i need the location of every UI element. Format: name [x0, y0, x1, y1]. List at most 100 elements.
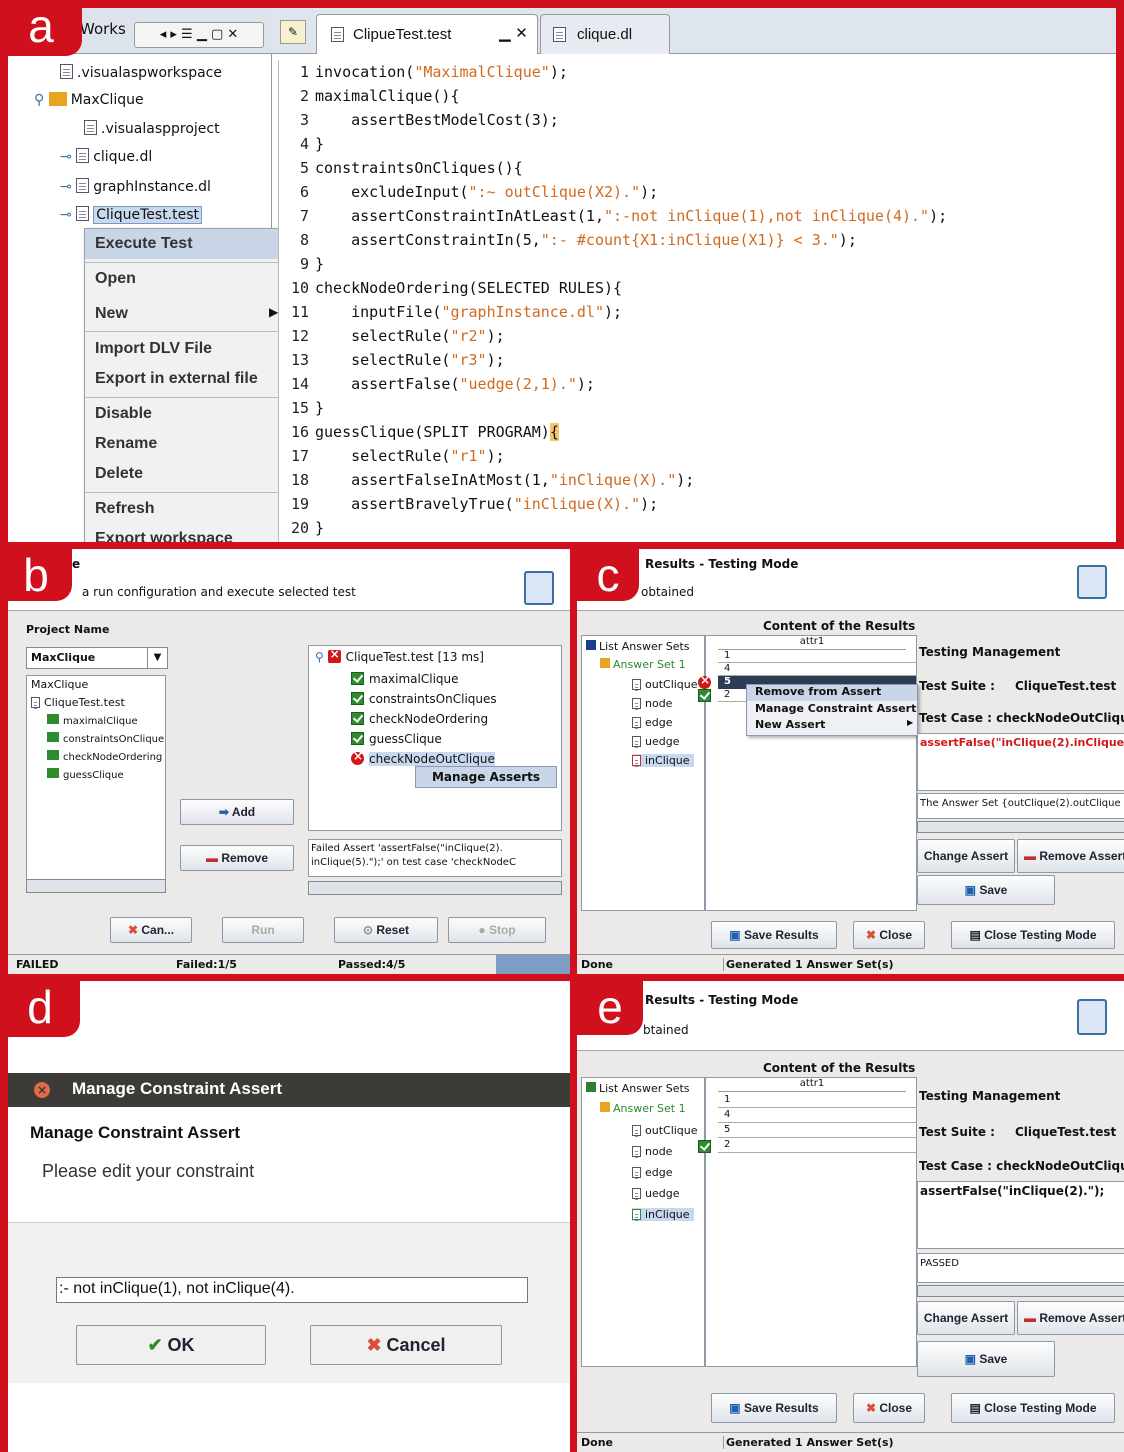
tree-predicate-selected[interactable]: inClique: [632, 754, 694, 767]
code-line[interactable]: 16 guessClique(SPLIT PROGRAM){: [279, 420, 559, 444]
code-line[interactable]: 19 assertBravelyTrue("inClique(X).");: [279, 492, 658, 516]
menu-manage-constraint[interactable]: Manage Constraint Assert: [747, 702, 916, 715]
tree-predicate-selected[interactable]: inClique: [632, 1208, 694, 1221]
code-line[interactable]: 20}: [279, 516, 324, 540]
expand-icon[interactable]: ⊸: [60, 149, 76, 165]
tree-project-file[interactable]: .visualaspproject: [84, 120, 220, 137]
reset-button[interactable]: ⊙ Reset: [334, 917, 438, 943]
tree-answer-set[interactable]: Answer Set 1: [600, 658, 686, 671]
chevron-down-icon[interactable]: ▼: [147, 648, 167, 668]
tree-predicate[interactable]: outClique: [632, 678, 698, 691]
menu-import-dlv[interactable]: Import DLV File: [85, 334, 283, 364]
tree-predicate[interactable]: uedge: [632, 1187, 679, 1200]
tab-clique-dl[interactable]: clique.dl: [540, 14, 670, 54]
menu-export-external[interactable]: Export in external file: [85, 364, 283, 394]
close-testing-button[interactable]: ▤ Close Testing Mode: [951, 1393, 1115, 1423]
workspace-controls[interactable]: ◂ ▸ ☰ ▁ ▢ ✕: [134, 22, 264, 48]
menu-refresh[interactable]: Refresh: [85, 494, 283, 524]
menu-execute-test[interactable]: Execute Test: [85, 229, 283, 259]
close-icon[interactable]: ×: [34, 1082, 50, 1098]
answer-scrollbar[interactable]: [917, 821, 1124, 833]
assert-box[interactable]: assertFalse("inClique(2).inClique(5): [917, 733, 1124, 791]
edit-icon[interactable]: ✎: [280, 20, 306, 44]
result-item[interactable]: checkNodeOrdering: [351, 712, 488, 726]
table-row[interactable]: 5: [718, 1124, 916, 1138]
result-item[interactable]: maximalClique: [351, 672, 459, 686]
menu-new-assert[interactable]: New Assert: [747, 718, 825, 731]
tree-predicate[interactable]: node: [632, 697, 672, 710]
manage-asserts-popup[interactable]: Manage Asserts: [415, 766, 557, 788]
add-button[interactable]: ➡ Add: [180, 799, 294, 825]
tree-case[interactable]: guessClique: [47, 768, 124, 781]
tree-clique-dl[interactable]: ⊸ clique.dl: [60, 148, 152, 165]
project-select[interactable]: MaxClique ▼: [26, 647, 168, 669]
table-row[interactable]: 2: [718, 1139, 916, 1153]
tree-workspace-file[interactable]: .visualaspworkspace: [60, 64, 222, 81]
change-assert-button[interactable]: Change Assert: [917, 1301, 1015, 1335]
run-button[interactable]: Run: [222, 917, 304, 943]
ok-button[interactable]: ✔ OK: [76, 1325, 266, 1365]
code-line[interactable]: 6 excludeInput(":~ outClique(X2).");: [279, 180, 658, 204]
close-button[interactable]: ✖ Close: [853, 921, 925, 949]
tree-project[interactable]: MaxClique: [31, 678, 88, 691]
code-line[interactable]: 3 assertBestModelCost(3);: [279, 108, 559, 132]
code-line[interactable]: 1 invocation("MaximalClique");: [279, 60, 568, 84]
results-root[interactable]: ⚲ CliqueTest.test [13 ms]: [315, 647, 484, 664]
code-line[interactable]: 14 assertFalse("uedge(2,1).");: [279, 372, 595, 396]
tree-answer-sets[interactable]: List Answer Sets: [586, 640, 690, 653]
table-row[interactable]: 4: [718, 1109, 916, 1123]
tree-predicate[interactable]: edge: [632, 1166, 673, 1179]
tree-answer-set[interactable]: Answer Set 1: [600, 1102, 686, 1115]
tree-test-file[interactable]: ⊸ CliqueTest.test: [60, 206, 203, 224]
code-line[interactable]: 17 selectRule("r1");: [279, 444, 505, 468]
tree-case[interactable]: constraintsOnClique: [47, 732, 164, 745]
tree-predicate[interactable]: uedge: [632, 735, 679, 748]
save-button[interactable]: ▣ Save: [917, 1341, 1055, 1377]
menu-export-workspace[interactable]: Export workspace: [85, 524, 283, 542]
table-row[interactable]: 4: [718, 663, 916, 676]
close-tab-icon[interactable]: ▁ ✕: [499, 24, 528, 42]
code-line[interactable]: 13 selectRule("r3");: [279, 348, 505, 372]
tree-graph-dl[interactable]: ⊸ graphInstance.dl: [60, 178, 211, 195]
menu-remove-assert[interactable]: Remove from Assert: [747, 685, 917, 701]
code-line[interactable]: 5 constraintsOnCliques(){: [279, 156, 523, 180]
cancel-button[interactable]: ✖ Cancel: [310, 1325, 502, 1365]
close-button[interactable]: ✖ Close: [853, 1393, 925, 1423]
tree-case[interactable]: maximalClique: [47, 714, 138, 727]
tree-answer-sets[interactable]: List Answer Sets: [586, 1082, 690, 1095]
menu-open[interactable]: Open: [85, 264, 283, 294]
result-item-failed[interactable]: checkNodeOutClique: [351, 749, 495, 766]
expand-icon[interactable]: ⊸: [60, 179, 76, 195]
menu-new[interactable]: New: [85, 299, 283, 329]
result-item[interactable]: constraintsOnCliques: [351, 692, 497, 706]
code-line[interactable]: 8 assertConstraintIn(5,":- #count{X1:inC…: [279, 228, 857, 252]
result-item[interactable]: guessClique: [351, 732, 442, 746]
remove-button[interactable]: ▬ Remove: [180, 845, 294, 871]
stop-button[interactable]: ● Stop: [448, 917, 546, 943]
result-scrollbar[interactable]: [917, 1285, 1124, 1297]
remove-assert-button[interactable]: ▬ Remove Assert: [1017, 839, 1124, 873]
tree-test-file[interactable]: CliqueTest.test: [31, 696, 125, 709]
save-button[interactable]: ▣ Save: [917, 875, 1055, 905]
tree-predicate[interactable]: node: [632, 1145, 672, 1158]
save-results-button[interactable]: ▣ Save Results: [711, 921, 837, 949]
message-scrollbar[interactable]: [308, 881, 562, 895]
assert-box[interactable]: assertFalse("inClique(2).");: [917, 1181, 1124, 1249]
tree-predicate[interactable]: outClique: [632, 1124, 698, 1137]
code-line[interactable]: 15}: [279, 396, 324, 420]
code-editor[interactable]: 1 invocation("MaximalClique"); 2 maximalCli…: [278, 60, 1116, 542]
table-row[interactable]: 1: [718, 650, 916, 663]
code-line[interactable]: 11 inputFile("graphInstance.dl");: [279, 300, 622, 324]
tree-predicate[interactable]: edge: [632, 716, 673, 729]
code-line[interactable]: 2 maximalClique(){: [279, 84, 460, 108]
menu-delete[interactable]: Delete: [85, 459, 283, 489]
tree-project[interactable]: ⚲ MaxClique: [34, 92, 144, 108]
close-testing-button[interactable]: ▤ Close Testing Mode: [951, 921, 1115, 949]
expand-icon[interactable]: ⊸: [60, 207, 76, 223]
tab-cliquetest[interactable]: ClipueTest.test ▁ ✕: [316, 14, 538, 54]
expand-icon[interactable]: ⚲: [34, 92, 49, 108]
remove-assert-button[interactable]: ▬ Remove Assert: [1017, 1301, 1124, 1335]
cancel-button[interactable]: ✖ Can...: [110, 917, 192, 943]
code-line[interactable]: 10 checkNodeOrdering(SELECTED RULES){: [279, 276, 622, 300]
menu-disable[interactable]: Disable: [85, 399, 283, 429]
